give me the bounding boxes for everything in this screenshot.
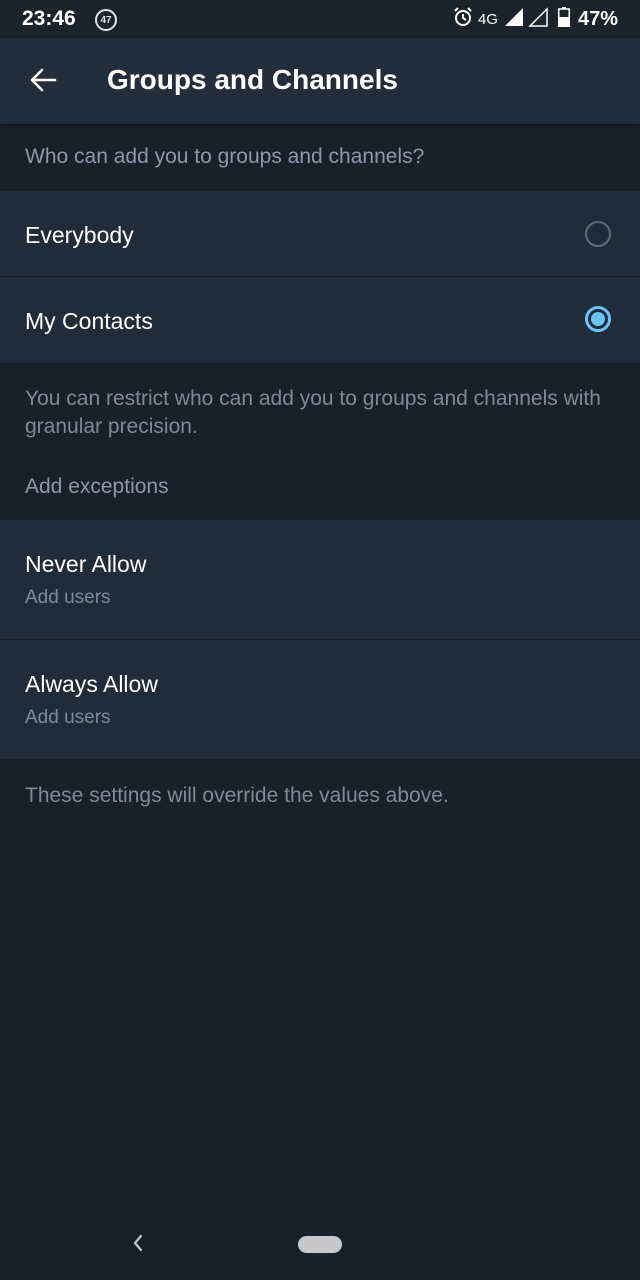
- back-button[interactable]: [22, 61, 64, 103]
- section-header-who-can-add: Who can add you to groups and channels?: [0, 124, 640, 191]
- option-my-contacts[interactable]: My Contacts: [0, 277, 640, 363]
- page-title: Groups and Channels: [107, 64, 398, 95]
- section-header-text: Who can add you to groups and channels?: [25, 145, 425, 168]
- notification-count-badge: 47: [95, 9, 117, 31]
- chevron-left-icon: [128, 1234, 148, 1260]
- restriction-info-text: You can restrict who can add you to grou…: [25, 387, 601, 438]
- app-bar: Groups and Channels: [0, 38, 640, 124]
- add-exceptions-header: Add exceptions: [25, 475, 169, 498]
- nav-home-pill[interactable]: [298, 1236, 342, 1253]
- signal-empty-icon: [528, 6, 548, 32]
- radio-unchecked-icon[interactable]: [585, 221, 611, 247]
- network-type: 4G: [477, 10, 498, 28]
- never-allow-row[interactable]: Never Allow Add users: [0, 520, 640, 640]
- override-info-text: These settings will override the values …: [25, 784, 449, 807]
- option-label: Everybody: [25, 222, 134, 248]
- battery-percentage: 47%: [577, 7, 618, 30]
- system-nav-bar: [0, 1210, 640, 1280]
- row-title: Never Allow: [25, 551, 147, 577]
- alarm-icon: [452, 6, 474, 33]
- row-subtitle: Add users: [25, 707, 111, 728]
- option-everybody[interactable]: Everybody: [0, 191, 640, 277]
- row-subtitle: Add users: [25, 587, 111, 608]
- status-time: 23:46: [22, 7, 76, 30]
- battery-icon: [557, 6, 570, 32]
- status-icons: 4G 47%: [452, 6, 618, 32]
- option-label: My Contacts: [25, 308, 153, 334]
- radio-checked-icon[interactable]: [585, 306, 611, 332]
- nav-back-button[interactable]: [128, 1230, 148, 1261]
- signal-icon: [504, 7, 524, 32]
- always-allow-row[interactable]: Always Allow Add users: [0, 640, 640, 759]
- status-bar: 23:46 47 4G 47%: [0, 0, 640, 38]
- arrow-left-icon: [29, 66, 57, 99]
- row-title: Always Allow: [25, 671, 158, 697]
